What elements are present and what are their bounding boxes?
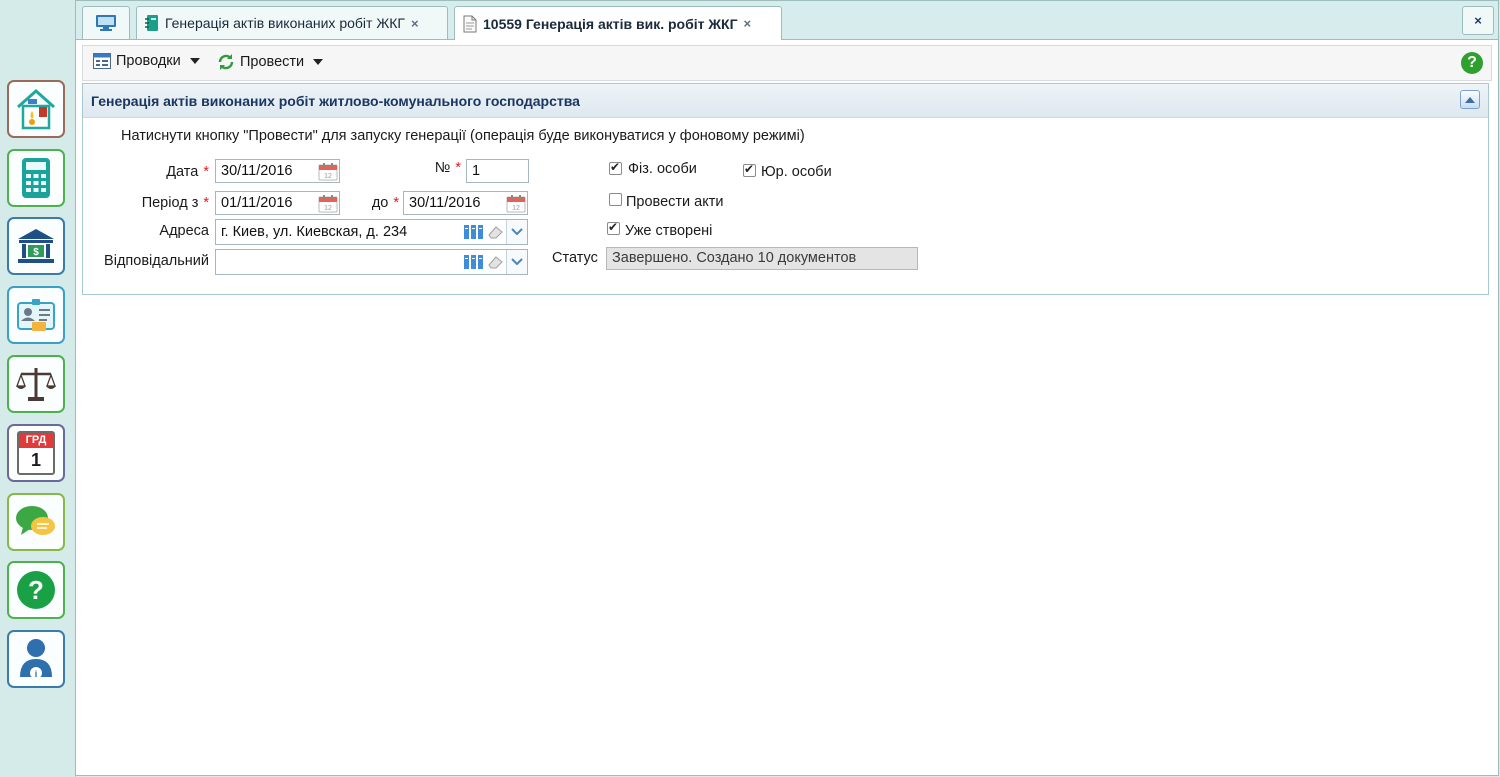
number-field[interactable]	[466, 159, 529, 183]
eraser-icon[interactable]	[486, 254, 504, 270]
svg-text:12: 12	[324, 173, 332, 180]
bank-button[interactable]: $	[7, 217, 65, 275]
books-icon[interactable]	[464, 224, 484, 240]
collapse-button[interactable]	[1460, 90, 1480, 109]
period-from-label: Період з *	[141, 195, 209, 211]
scales-button[interactable]	[7, 355, 65, 413]
chevron-down-icon	[511, 228, 523, 236]
already-created-label: Уже створені	[625, 223, 713, 239]
chevron-down-icon	[511, 258, 523, 266]
post-acts-label: Провести акти	[626, 194, 724, 210]
responsible-input[interactable]	[221, 254, 461, 270]
legal-entities-checkbox[interactable]	[743, 162, 756, 177]
calculator-icon	[22, 158, 50, 198]
user-info-button[interactable]: i	[7, 630, 65, 688]
status-label: Статус	[552, 250, 598, 266]
generation-panel: Генерація актів виконаних робіт житлово-…	[82, 83, 1489, 295]
panel-header: Генерація актів виконаних робіт житлово-…	[83, 84, 1488, 118]
calendar-icon: ГРД 1	[17, 431, 55, 475]
individuals-label: Фіз. особи	[628, 161, 697, 177]
number-input[interactable]	[472, 163, 523, 179]
chat-button[interactable]	[7, 493, 65, 551]
date-label: Дата *	[166, 164, 209, 180]
calendar-day: 1	[30, 450, 41, 470]
tab-label: 10559 Генерація актів вик. робіт ЖКГ	[483, 15, 738, 32]
legal-entities-label: Юр. особи	[761, 164, 832, 180]
address-input[interactable]	[221, 224, 461, 240]
responsible-tools	[464, 250, 527, 274]
post-menu-button[interactable]: Провести	[217, 53, 324, 71]
calendar-picker-icon[interactable]: 12	[506, 194, 526, 213]
calendar-picker-icon[interactable]: 12	[318, 162, 338, 181]
tab-label: Генерація актів виконаних робіт ЖКГ	[165, 15, 405, 31]
responsible-label: Відповідальний	[104, 253, 209, 269]
svg-text:12: 12	[324, 205, 332, 212]
panel-title: Генерація актів виконаних робіт житлово-…	[91, 92, 580, 109]
svg-text:12: 12	[512, 205, 520, 212]
help-icon: ?	[17, 571, 55, 609]
eraser-icon[interactable]	[486, 224, 504, 240]
tab-generation-acts[interactable]: Генерація актів виконаних робіт ЖКГ ×	[136, 6, 448, 39]
chat-icon	[16, 506, 55, 535]
hint-text: Натиснути кнопку "Провести" для запуску …	[121, 128, 805, 144]
number-label: № *	[434, 160, 461, 176]
already-created-checkbox[interactable]	[607, 220, 620, 235]
calendar-button[interactable]: ГРД 1	[7, 424, 65, 482]
tab-close-button[interactable]: ×	[744, 16, 752, 31]
responsible-combo[interactable]	[215, 249, 528, 275]
tab-bar: Генерація актів виконаних робіт ЖКГ × 10…	[76, 1, 1498, 40]
individuals-checkbox[interactable]	[609, 160, 622, 175]
dropdown-arrow[interactable]	[506, 250, 527, 274]
main-window: Генерація актів виконаних робіт ЖКГ × 10…	[75, 0, 1499, 776]
chevron-down-icon	[313, 59, 324, 65]
notebook-icon	[145, 15, 158, 31]
chevron-up-icon	[1465, 97, 1475, 103]
post-acts-checkbox[interactable]	[609, 193, 622, 206]
svg-text:$: $	[33, 247, 39, 258]
period-from-field[interactable]: 12	[215, 191, 340, 215]
sidebar: $ ГРД 1 ? i	[0, 0, 76, 777]
address-tools	[464, 220, 527, 244]
toolbar: Проводки Провести ?	[82, 45, 1492, 81]
housing-utilities-icon	[17, 88, 55, 130]
personal-card-button[interactable]	[7, 286, 65, 344]
tab-close-button[interactable]: ×	[411, 16, 419, 31]
address-label: Адреса	[159, 223, 209, 239]
postings-label: Проводки	[116, 53, 181, 69]
document-icon	[463, 15, 477, 32]
panel-body: Натиснути кнопку "Провести" для запуску …	[83, 118, 1488, 294]
svg-text:i: i	[35, 669, 38, 679]
address-combo[interactable]	[215, 219, 528, 245]
calculator-button[interactable]	[7, 149, 65, 207]
bank-icon: $	[18, 229, 54, 263]
close-all-button[interactable]: ×	[1462, 6, 1494, 35]
help-sidebar-button[interactable]: ?	[7, 561, 65, 619]
tab-generation-document[interactable]: 10559 Генерація актів вик. робіт ЖКГ ×	[454, 6, 782, 40]
postings-icon	[93, 53, 111, 69]
monitor-icon	[96, 15, 116, 31]
refresh-icon	[218, 54, 234, 70]
period-to-field[interactable]: 12	[403, 191, 528, 215]
postings-menu-button[interactable]: Проводки	[93, 53, 200, 69]
scales-icon	[16, 368, 56, 401]
housing-utilities-button[interactable]	[7, 80, 65, 138]
date-field[interactable]: 12	[215, 159, 340, 183]
calendar-month: ГРД	[19, 433, 53, 448]
calendar-picker-icon[interactable]: 12	[318, 194, 338, 213]
user-info-icon: i	[20, 639, 52, 679]
period-to-label: до *	[371, 195, 399, 211]
personal-card-icon	[17, 299, 55, 331]
books-icon[interactable]	[464, 254, 484, 270]
chevron-down-icon	[189, 58, 200, 64]
svg-text:?: ?	[28, 575, 44, 605]
tab-desktop[interactable]	[82, 6, 130, 39]
post-label: Провести	[240, 54, 305, 70]
help-button[interactable]: ?	[1461, 52, 1483, 74]
status-field: Завершено. Создано 10 документов	[606, 247, 918, 270]
dropdown-arrow[interactable]	[506, 220, 527, 244]
